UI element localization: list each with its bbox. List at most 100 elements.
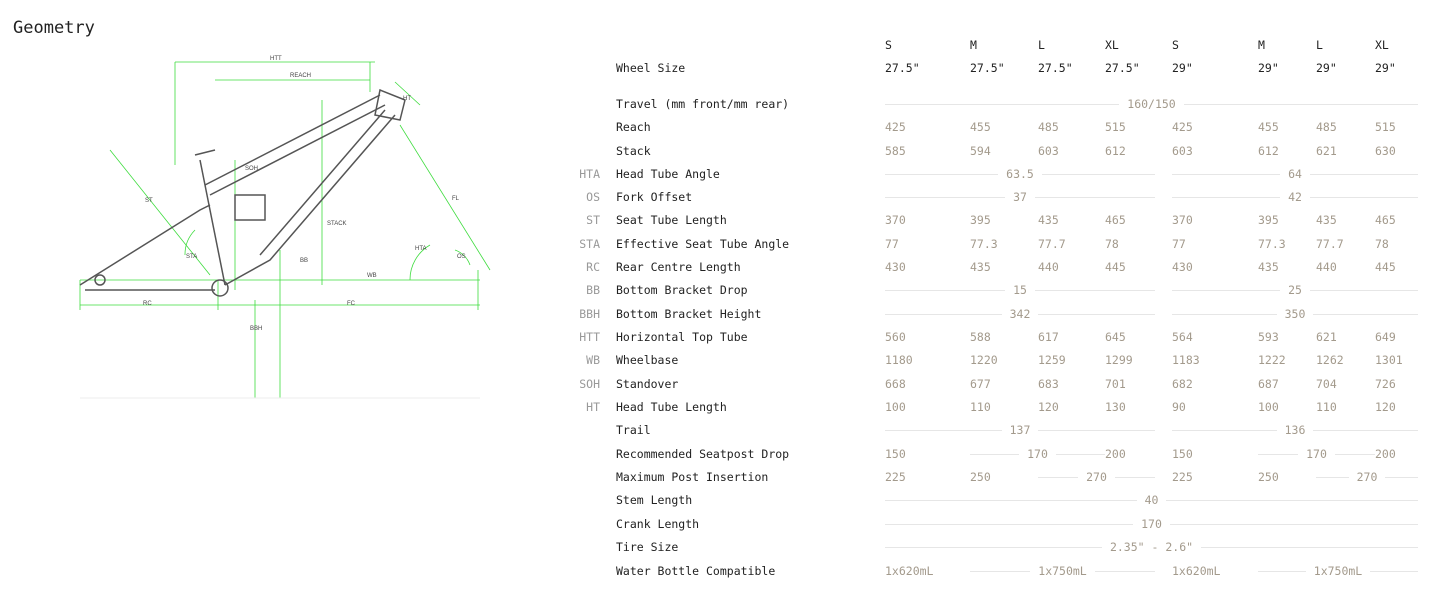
- cell-value: 612: [1258, 144, 1279, 158]
- cell-value: 170: [1141, 517, 1162, 531]
- cell-value: 27.5": [970, 61, 1005, 75]
- row-label: Travel (mm front/mm rear): [616, 97, 790, 111]
- cell-value: 170: [1306, 447, 1327, 461]
- row-label: Bottom Bracket Height: [616, 307, 762, 321]
- spanning-value: 25: [1172, 280, 1418, 300]
- row-label: Standover: [616, 377, 679, 391]
- cell-value: 250: [970, 470, 991, 484]
- cell-value: 27.5": [1105, 61, 1140, 75]
- cell-value: 593: [1258, 330, 1279, 344]
- cell-value: 603: [1172, 144, 1193, 158]
- cell-value: 445: [1105, 260, 1126, 274]
- cell-value: 78: [1375, 237, 1389, 251]
- cell-value: 37: [1013, 190, 1027, 204]
- cell-value: 395: [1258, 213, 1279, 227]
- cell-value: 77.7: [1038, 237, 1066, 251]
- row-abbreviation: BB: [586, 283, 600, 297]
- row-label: Maximum Post Insertion: [616, 470, 769, 484]
- cell-value: 100: [1258, 400, 1279, 414]
- cell-value: 440: [1038, 260, 1059, 274]
- cell-value: 630: [1375, 144, 1396, 158]
- cell-value: 455: [1258, 120, 1279, 134]
- cell-value: 430: [885, 260, 906, 274]
- spanning-value: 170: [885, 514, 1418, 534]
- table-row: HTT Horizontal Top Tube 560 588 617 645 564 593…: [0, 327, 1445, 347]
- cell-value: 435: [1258, 260, 1279, 274]
- table-row: Stem Length 40: [0, 490, 1445, 510]
- cell-value: 515: [1105, 120, 1126, 134]
- row-abbreviation: BBH: [579, 307, 600, 321]
- cell-value: 77.3: [970, 237, 998, 251]
- cell-value: 683: [1038, 377, 1059, 391]
- cell-value: 77.3: [1258, 237, 1286, 251]
- row-label: Reach: [616, 120, 651, 134]
- table-row: BB Bottom Bracket Drop 15 25: [0, 280, 1445, 300]
- spanning-value: 137: [885, 420, 1155, 440]
- cell-value: 120: [1038, 400, 1059, 414]
- cell-value: 1x750mL: [1038, 564, 1087, 578]
- cell-value: 250: [1258, 470, 1279, 484]
- cell-value: 564: [1172, 330, 1193, 344]
- cell-value: 130: [1105, 400, 1126, 414]
- table-row: OS Fork Offset 37 42: [0, 187, 1445, 207]
- cell-value: 430: [1172, 260, 1193, 274]
- row-abbreviation: ST: [586, 213, 600, 227]
- row-label: Effective Seat Tube Angle: [616, 237, 790, 251]
- row-label: Crank Length: [616, 517, 700, 531]
- row-label: Stem Length: [616, 493, 693, 507]
- row-abbreviation: RC: [586, 260, 600, 274]
- row-label: Seat Tube Length: [616, 213, 727, 227]
- cell-value: 677: [970, 377, 991, 391]
- cell-value: 15: [1013, 283, 1027, 297]
- cell-value: 110: [1316, 400, 1337, 414]
- cell-value: 200: [1105, 447, 1126, 461]
- row-abbreviation: WB: [586, 353, 600, 367]
- spanning-value: 136: [1172, 420, 1418, 440]
- row-label: Rear Centre Length: [616, 260, 741, 274]
- cell-value: 29": [1375, 61, 1396, 75]
- cell-value: 455: [970, 120, 991, 134]
- cell-value: 29": [1258, 61, 1279, 75]
- spanning-value: 342: [885, 304, 1155, 324]
- cell-value: 1222: [1258, 353, 1286, 367]
- table-row: RC Rear Centre Length 430 435 440 445 430 435 44…: [0, 257, 1445, 277]
- row-abbreviation: HT: [586, 400, 600, 414]
- table-row: WB Wheelbase 1180 1220 1259 1299 1183 1222 1262 1…: [0, 350, 1445, 370]
- cell-value: 77: [885, 237, 899, 251]
- row-abbreviation: OS: [586, 190, 600, 204]
- cell-value: 350: [1284, 307, 1306, 321]
- cell-value: 225: [1172, 470, 1193, 484]
- cell-value: 225: [885, 470, 906, 484]
- row-label: Wheelbase: [616, 353, 679, 367]
- cell-value: 603: [1038, 144, 1059, 158]
- cell-value: 440: [1316, 260, 1337, 274]
- cell-value: 668: [885, 377, 906, 391]
- cell-value: 1299: [1105, 353, 1133, 367]
- cell-value: 485: [1316, 120, 1337, 134]
- cell-value: 77: [1172, 237, 1186, 251]
- cell-value: 515: [1375, 120, 1396, 134]
- row-label: Horizontal Top Tube: [616, 330, 748, 344]
- cell-value: 25: [1288, 283, 1302, 297]
- row-label: Recommended Seatpost Drop: [616, 447, 790, 461]
- row-label: Head Tube Length: [616, 400, 727, 414]
- table-row: Water Bottle Compatible 1x620mL 1x750mL 1x6…: [0, 561, 1445, 581]
- cell-value: 465: [1375, 213, 1396, 227]
- table-row: Reach 425 455 485 515 425 455 485 515: [0, 117, 1445, 137]
- spanning-value: 42: [1172, 187, 1418, 207]
- cell-value: 588: [970, 330, 991, 344]
- cell-value: 682: [1172, 377, 1193, 391]
- cell-value: 1x750mL: [1313, 564, 1363, 578]
- spanning-value: 15: [885, 280, 1155, 300]
- size-header-row: S M L XL S M L XL: [0, 35, 1445, 55]
- cell-value: 621: [1316, 144, 1337, 158]
- size-header: L: [1316, 38, 1323, 52]
- row-label: Tire Size: [616, 540, 679, 554]
- cell-value: 425: [885, 120, 906, 134]
- cell-value: 645: [1105, 330, 1126, 344]
- cell-value: 63.5: [1006, 167, 1034, 181]
- cell-value: 110: [970, 400, 991, 414]
- cell-value: 150: [1172, 447, 1193, 461]
- spanning-value: 170: [970, 444, 1105, 464]
- cell-value: 100: [885, 400, 906, 414]
